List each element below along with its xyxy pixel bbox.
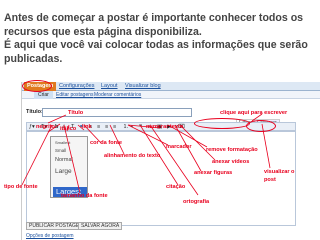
intro-line-2: É aqui que você vai colocar todas as inf… — [4, 39, 308, 65]
font-size-dropdown: Smallest Small Normal Large Largest — [50, 136, 88, 198]
main-tab-bar: Postagem Configurações Layout Visualizar… — [22, 82, 320, 91]
title-label: Título: — [26, 109, 43, 115]
post-options-link[interactable]: Opções de postagem — [26, 233, 74, 239]
annotation-numerar-texto: numerar texto — [146, 124, 184, 130]
justify-button[interactable]: ≡ — [113, 124, 116, 130]
numbered-list-button[interactable]: ⒈ — [123, 124, 129, 130]
font-family-select[interactable]: ƒ▾ — [29, 124, 35, 130]
subtab-moderar-comentarios[interactable]: Moderar comentários — [94, 91, 141, 99]
annotation-tamanho-fonte: tamanho da fonte — [61, 193, 108, 199]
annotation-italico: itálico — [60, 126, 77, 132]
font-size-normal[interactable]: Normal — [55, 157, 73, 163]
title-input[interactable] — [42, 108, 192, 117]
intro-line-1: Antes de começar a postar é importante c… — [4, 12, 304, 38]
subtab-criar[interactable]: Criar — [34, 91, 53, 99]
font-size-smallest[interactable]: Smallest — [55, 140, 70, 145]
sub-tab-bar: Criar Editar postagens Moderar comentári… — [22, 91, 320, 99]
font-size-large[interactable]: Large — [55, 168, 72, 175]
save-button[interactable]: SALVAR AGORA — [78, 222, 123, 230]
tab-layout[interactable]: Layout — [98, 82, 121, 91]
align-right-button[interactable]: ≡ — [105, 124, 108, 130]
annotation-anexar-figuras: anexar figuras — [194, 170, 233, 176]
tab-visualizar-blog[interactable]: Visualizar blog — [122, 82, 164, 91]
tab-configuracoes[interactable]: Configurações — [56, 82, 97, 91]
font-size-small[interactable]: Small — [55, 148, 66, 153]
quote-button[interactable]: ❝ — [139, 124, 142, 130]
circle-mode-tabs — [194, 118, 250, 129]
annotation-remove-formatacao: remove formatação — [206, 147, 258, 153]
circle-editor-area — [246, 120, 276, 132]
annotation-clique-aqui: clique aqui para escrever — [220, 110, 288, 116]
annotation-negrito: negrito — [36, 124, 55, 130]
annotation-alinhamento: alinhamento do texto — [104, 153, 161, 159]
annotation-link: link — [82, 124, 92, 130]
bold-button[interactable]: b — [55, 124, 58, 130]
intro-text: Antes de começar a postar é importante c… — [4, 12, 318, 66]
align-center-button[interactable]: ≡ — [97, 124, 100, 130]
subtab-editar-postagens[interactable]: Editar postagens — [56, 91, 94, 99]
annotation-ortografia: ortografia — [183, 199, 210, 205]
circle-postagem-tab — [22, 80, 52, 92]
annotation-visualizar-post: visualizar o post — [264, 169, 295, 183]
annotation-tipo-fonte: tipo de fonte — [4, 184, 38, 190]
annotation-anexar-videos: anexar vídeos — [212, 159, 250, 165]
bullet-list-button[interactable]: • — [131, 124, 133, 130]
annotation-titulo: Título — [68, 110, 84, 116]
annotation-marcador: marcador — [166, 144, 192, 150]
annotation-citacao: citação — [166, 184, 186, 190]
annotation-cor-fonte: cor da fonte — [90, 140, 123, 146]
blogger-editor-screenshot: Postagem Configurações Layout Visualizar… — [21, 82, 320, 240]
